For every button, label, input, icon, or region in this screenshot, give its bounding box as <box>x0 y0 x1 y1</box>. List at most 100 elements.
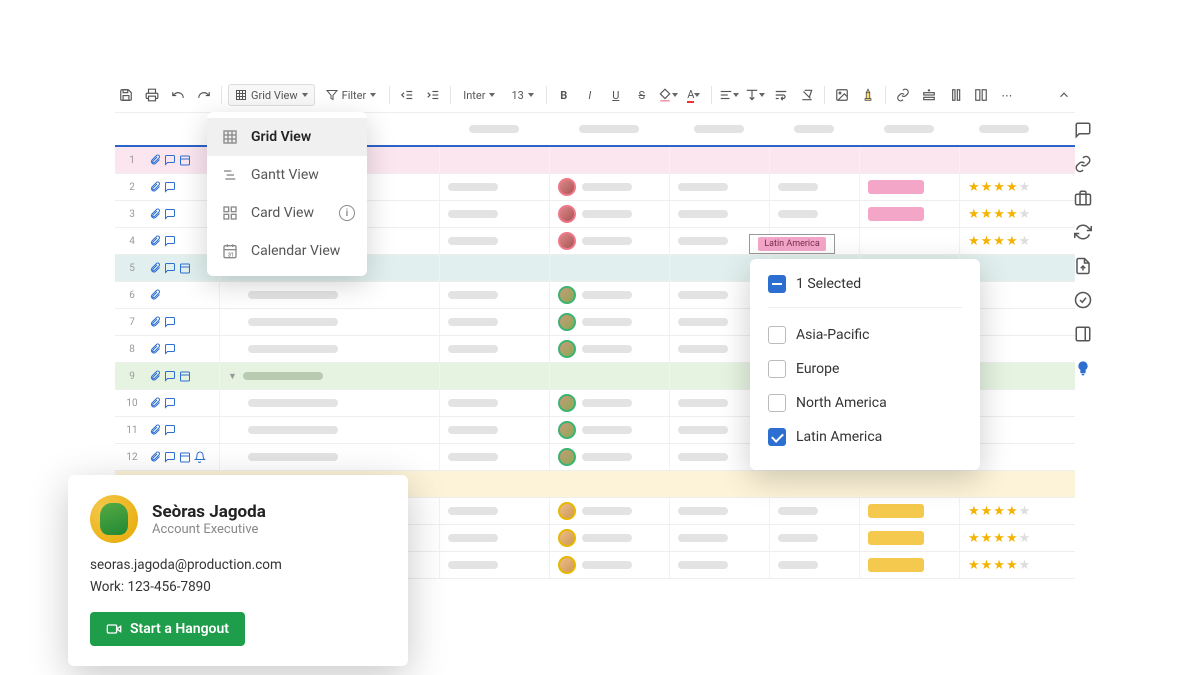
filter-dropdown[interactable]: Filter <box>319 84 384 106</box>
comments-panel-icon[interactable] <box>1073 120 1093 140</box>
help-icon[interactable] <box>1073 358 1093 378</box>
avatar[interactable] <box>558 394 576 412</box>
comment-icon[interactable] <box>164 154 176 166</box>
attachment-icon[interactable] <box>149 316 161 328</box>
attachment-icon[interactable] <box>149 181 161 193</box>
region-tag[interactable] <box>868 207 924 221</box>
underline-icon[interactable]: U <box>605 84 627 106</box>
attachment-icon[interactable] <box>149 370 161 382</box>
font-size-dropdown[interactable]: 13 <box>505 84 539 106</box>
attachment-icon[interactable] <box>149 424 161 436</box>
comment-icon[interactable] <box>164 424 176 436</box>
briefcase-icon[interactable] <box>1073 188 1093 208</box>
indeterminate-checkbox-icon[interactable] <box>768 275 786 293</box>
italic-icon[interactable]: I <box>579 84 601 106</box>
attachment-icon[interactable] <box>149 154 161 166</box>
calendar-icon[interactable] <box>179 451 191 463</box>
redo-icon[interactable] <box>193 84 215 106</box>
region-tag[interactable] <box>868 558 924 572</box>
comment-icon[interactable] <box>164 262 176 274</box>
save-icon[interactable] <box>115 84 137 106</box>
avatar[interactable] <box>558 556 576 574</box>
comment-icon[interactable] <box>164 370 176 382</box>
region-tag[interactable] <box>868 180 924 194</box>
calendar-icon[interactable] <box>179 262 191 274</box>
avatar[interactable] <box>558 502 576 520</box>
collapse-toolbar-icon[interactable] <box>1053 84 1075 106</box>
checkbox-icon[interactable] <box>768 360 786 378</box>
clear-format-icon[interactable] <box>796 84 818 106</box>
more-icon[interactable]: ⋯ <box>996 84 1018 106</box>
export-icon[interactable] <box>1073 256 1093 276</box>
avatar[interactable] <box>558 286 576 304</box>
region-option[interactable]: Europe <box>768 352 962 386</box>
activity-icon[interactable] <box>1073 290 1093 310</box>
view-dropdown[interactable]: Grid View <box>228 84 315 106</box>
checkbox-icon[interactable] <box>768 394 786 412</box>
font-family-dropdown[interactable]: Inter <box>457 84 501 106</box>
comment-icon[interactable] <box>164 235 176 247</box>
attachment-icon[interactable] <box>149 343 161 355</box>
region-tag[interactable] <box>868 504 924 518</box>
attachment-icon[interactable] <box>149 289 161 301</box>
outdent-icon[interactable] <box>396 84 418 106</box>
comment-icon[interactable] <box>164 181 176 193</box>
insert-row-icon[interactable] <box>918 84 940 106</box>
avatar[interactable] <box>558 421 576 439</box>
fill-color-icon[interactable] <box>657 84 679 106</box>
align-icon[interactable] <box>718 84 740 106</box>
image-icon[interactable] <box>831 84 853 106</box>
reminder-icon[interactable] <box>194 451 206 463</box>
comment-icon[interactable] <box>164 316 176 328</box>
view-option-calendar[interactable]: 31 Calendar View <box>207 232 367 270</box>
avatar[interactable] <box>558 448 576 466</box>
avatar[interactable] <box>558 313 576 331</box>
avatar[interactable] <box>558 529 576 547</box>
region-option[interactable]: Asia-Pacific <box>768 318 962 352</box>
link-icon[interactable] <box>892 84 914 106</box>
region-option[interactable]: Latin America <box>768 420 962 454</box>
attachment-icon[interactable] <box>149 451 161 463</box>
comment-icon[interactable] <box>164 343 176 355</box>
merge-icon[interactable] <box>970 84 992 106</box>
indent-icon[interactable] <box>422 84 444 106</box>
checkbox-checked-icon[interactable] <box>768 428 786 446</box>
comment-icon[interactable] <box>164 208 176 220</box>
rating-stars: ★★★★★ <box>968 207 1031 222</box>
view-option-card[interactable]: Card View i <box>207 194 367 232</box>
panel-icon[interactable] <box>1073 324 1093 344</box>
insert-col-icon[interactable] <box>944 84 966 106</box>
attachment-icon[interactable] <box>149 208 161 220</box>
selected-cell[interactable]: Latin America <box>749 234 835 254</box>
text-color-icon[interactable]: A <box>683 84 705 106</box>
avatar[interactable] <box>558 205 576 223</box>
strikethrough-icon[interactable]: S <box>631 84 653 106</box>
attachment-icon[interactable] <box>149 235 161 247</box>
region-tag[interactable] <box>868 531 924 545</box>
bold-icon[interactable]: B <box>553 84 575 106</box>
info-icon[interactable]: i <box>339 205 355 221</box>
region-option[interactable]: North America <box>768 386 962 420</box>
avatar[interactable] <box>558 178 576 196</box>
start-hangout-button[interactable]: Start a Hangout <box>90 612 245 646</box>
valign-icon[interactable] <box>744 84 766 106</box>
avatar[interactable] <box>558 232 576 250</box>
comment-icon[interactable] <box>164 451 176 463</box>
highlight-icon[interactable] <box>857 84 879 106</box>
avatar[interactable] <box>558 340 576 358</box>
comment-icon[interactable] <box>164 397 176 409</box>
collapse-icon[interactable]: ▼ <box>228 371 237 382</box>
checkbox-icon[interactable] <box>768 326 786 344</box>
view-option-grid[interactable]: Grid View <box>207 118 367 156</box>
print-icon[interactable] <box>141 84 163 106</box>
refresh-icon[interactable] <box>1073 222 1093 242</box>
calendar-icon[interactable] <box>179 154 191 166</box>
region-selector: 1 Selected Asia-Pacific Europe North Ame… <box>750 259 980 470</box>
wrap-icon[interactable] <box>770 84 792 106</box>
attachments-panel-icon[interactable] <box>1073 154 1093 174</box>
attachment-icon[interactable] <box>149 397 161 409</box>
attachment-icon[interactable] <box>149 262 161 274</box>
undo-icon[interactable] <box>167 84 189 106</box>
view-option-gantt[interactable]: Gantt View <box>207 156 367 194</box>
calendar-icon[interactable] <box>179 370 191 382</box>
